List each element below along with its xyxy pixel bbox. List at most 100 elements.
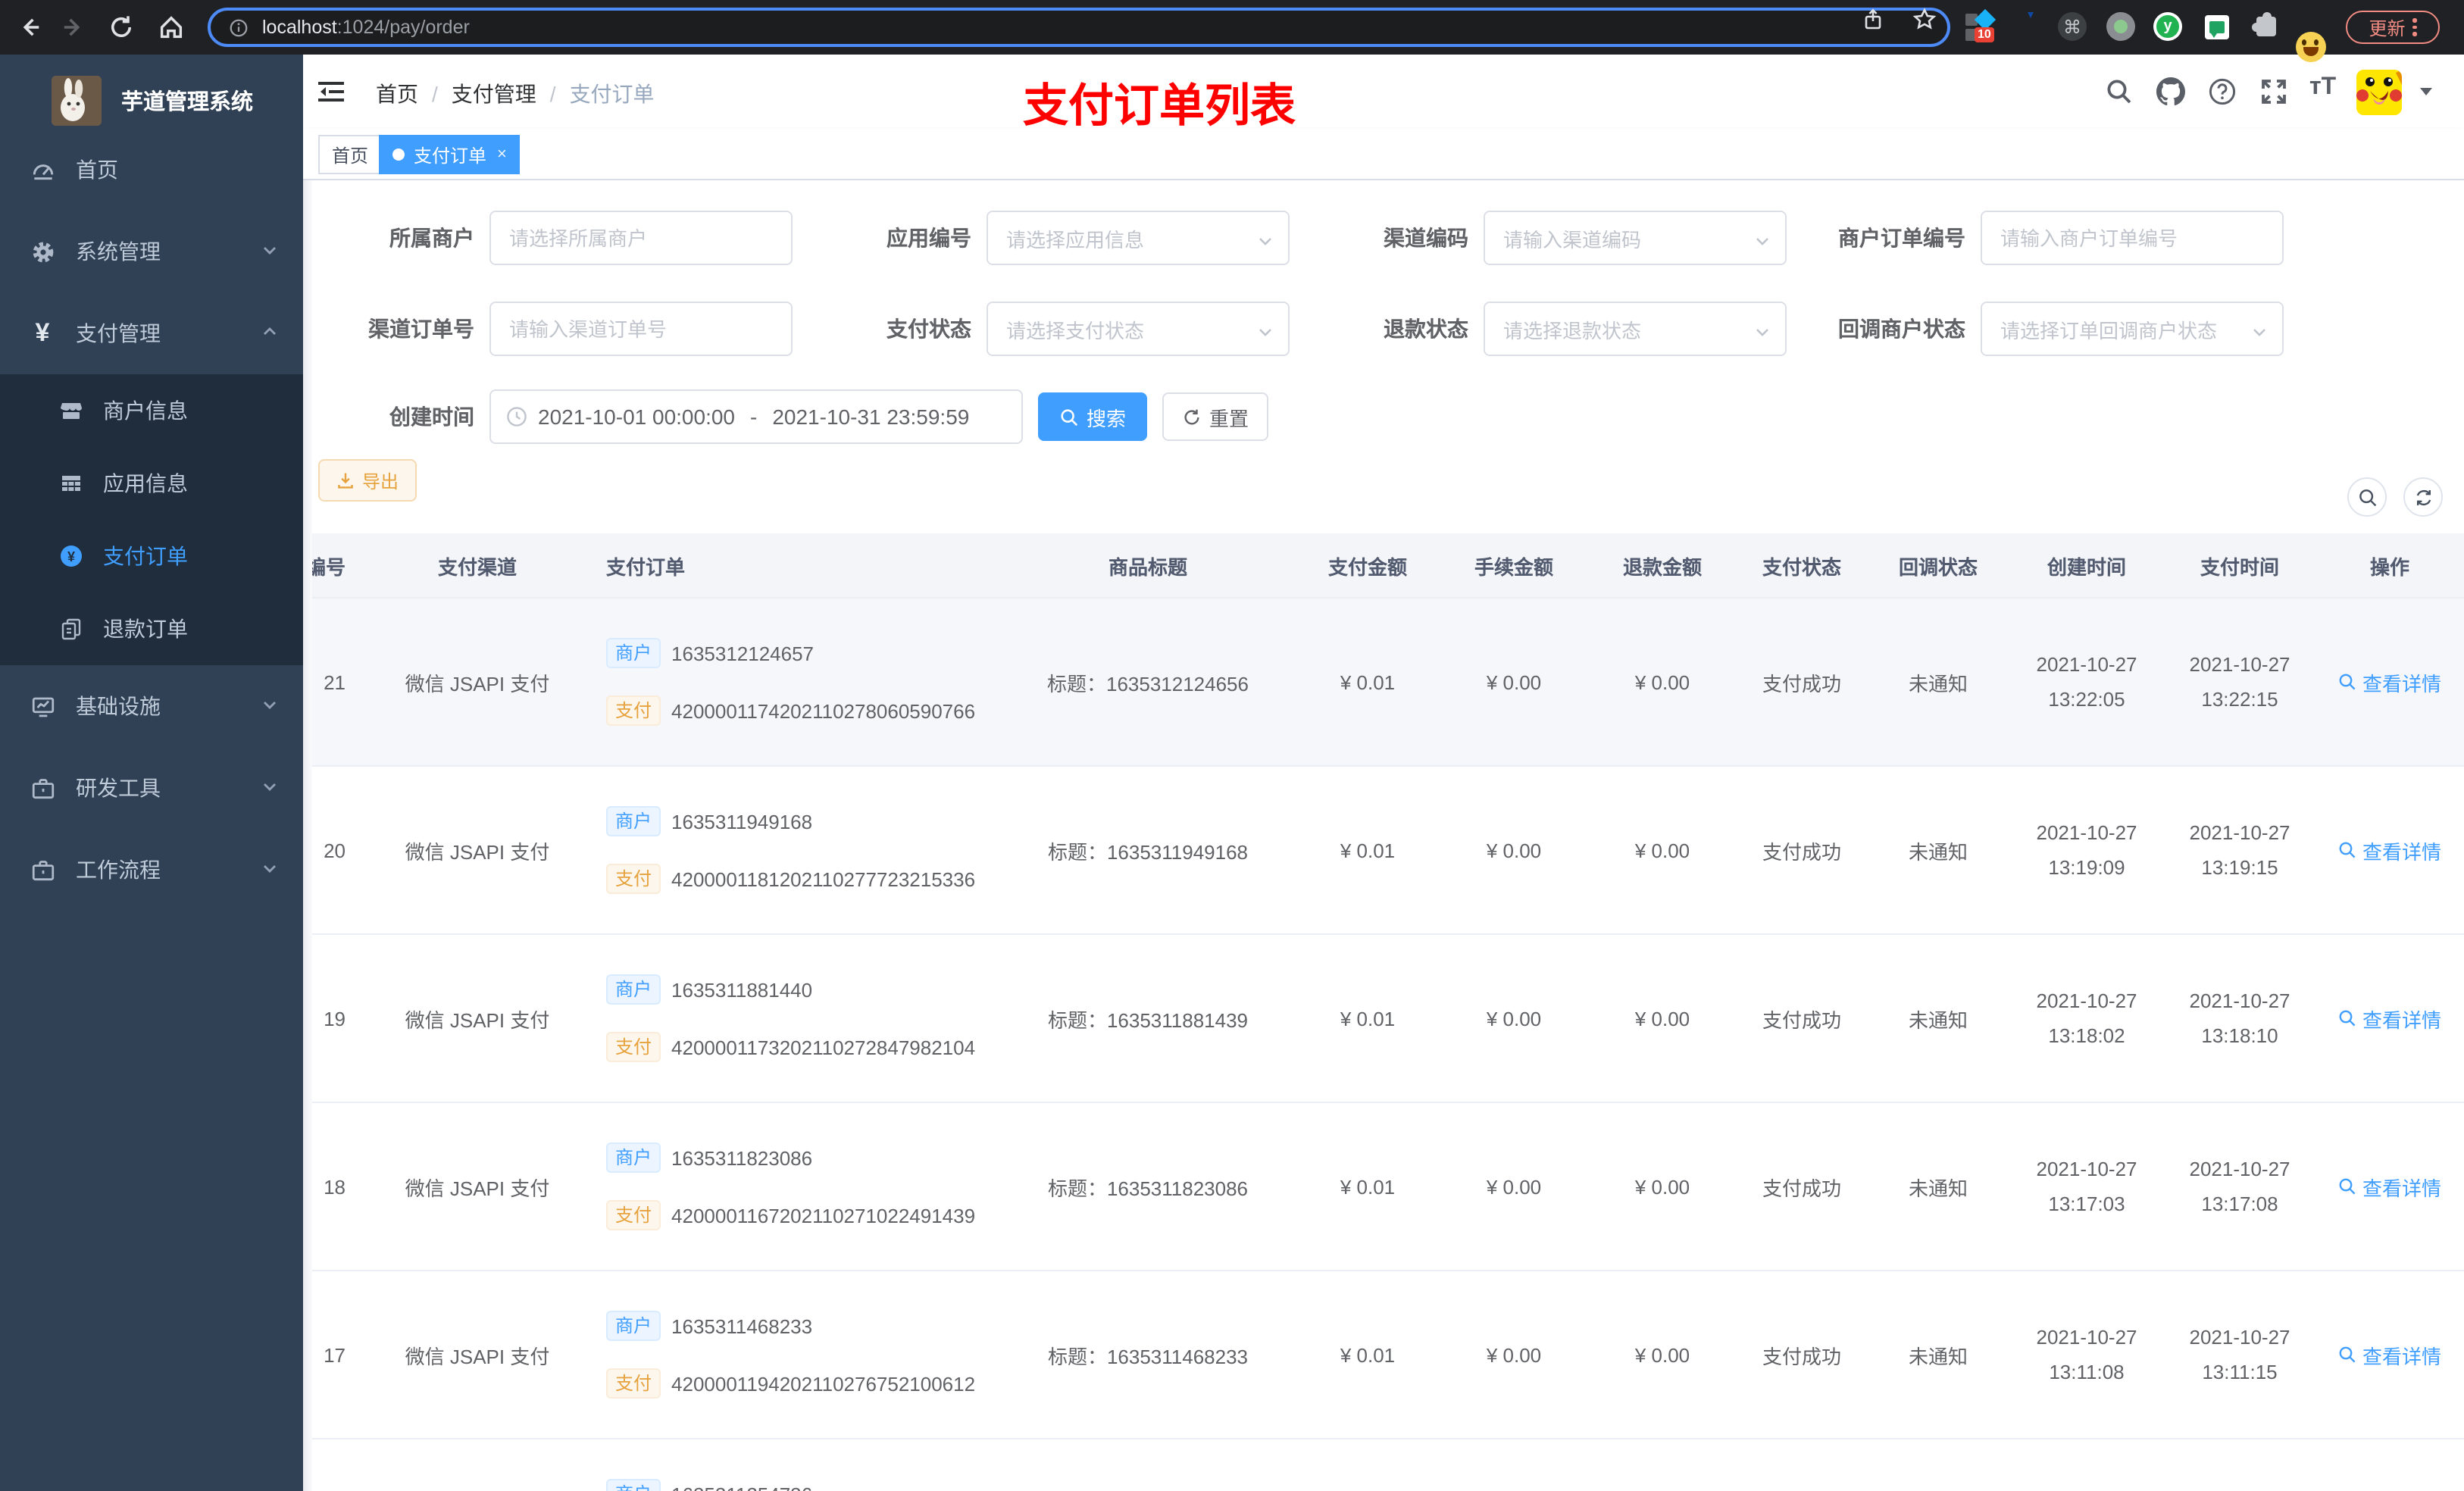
sidebar-logo[interactable]: 芋道管理系统 [0,64,303,138]
merchant-tag: 商户 [606,1479,661,1491]
table-row[interactable]: 21 微信 JSAPI 支付 商户 1635312124657 支付 4200001… [303,599,2464,767]
sidebar-item-payment[interactable]: ¥ 支付管理 [0,292,303,374]
help-icon[interactable] [2208,77,2237,106]
extensions-puzzle-icon[interactable] [2252,12,2276,36]
notify-status-select[interactable]: 请选择订单回调商户状态 [1981,302,2284,356]
sidebar-item-system[interactable]: 系统管理 [0,211,303,292]
logo-rabbit-image [52,76,102,126]
chevron-down-icon [261,776,279,800]
merchant-tag: 商户 [606,1142,661,1173]
font-size-icon[interactable]: тT [2309,74,2338,103]
active-tab-dot [392,148,405,161]
merchant-order-no-input[interactable] [1981,211,2284,265]
app-window: localhost:1024/pay/order 10 ⌘ y 更新 芋道管理系… [0,0,2464,1491]
date-range-start[interactable]: 2021-10-01 00:00:00 [538,405,735,429]
profile-avatar-icon[interactable] [2296,32,2326,62]
breadcrumb-payment[interactable]: 支付管理 [452,79,536,109]
filter-merchant: 所属商户 [311,211,808,265]
channel-code-select[interactable]: 请输入渠道编码 [1484,211,1787,265]
sidebar-item-home[interactable]: 首页 [0,129,303,211]
site-info-icon[interactable] [229,17,249,37]
search-icon[interactable] [2105,77,2134,106]
grid-icon [56,471,86,495]
channel-order-no-input[interactable] [489,302,793,356]
sidebar-item-app-info[interactable]: 应用信息 [0,447,303,520]
table-row[interactable]: 20 微信 JSAPI 支付 商户 1635311949168 支付 4200001… [303,767,2464,935]
sidebar-item-workflow[interactable]: 工作流程 [0,829,303,911]
select-arrow-icon [1256,321,1274,349]
toggle-search-button[interactable] [2347,477,2387,517]
browser-back-icon[interactable] [17,14,44,41]
browser-update-button[interactable]: 更新 [2346,11,2440,44]
refund-status-select[interactable]: 请选择退款状态 [1484,302,1787,356]
app-title: 芋道管理系统 [121,91,253,115]
table-row[interactable]: 19 微信 JSAPI 支付 商户 1635311881440 支付 4200001… [303,935,2464,1103]
view-detail-link[interactable]: 查看详情 [2338,836,2441,864]
yen-icon: ¥ [35,318,50,347]
filter-create-time: 创建时间 2021-10-01 00:00:00 - 2021-10-31 23… [311,389,1023,444]
tags-view-bar: 首页 支付订单 × [303,129,2464,180]
refresh-button[interactable] [2403,477,2443,517]
sidebar-item-pay-order[interactable]: ¥ 支付订单 [0,520,303,592]
reset-button[interactable]: 重置 [1162,392,1268,441]
view-detail-link[interactable]: 查看详情 [2338,1004,2441,1033]
browser-reload-icon[interactable] [108,14,135,41]
bookmark-star-icon[interactable] [1912,8,1937,32]
orders-table: 编号 支付渠道 支付订单 商品标题 支付金额 手续金额 退款金额 支付状态 回调… [303,533,2464,1491]
filter-row-3: 创建时间 2021-10-01 00:00:00 - 2021-10-31 23… [311,389,1268,444]
extension-chat-icon[interactable] [2205,15,2229,39]
col-title: 商品标题 [1108,555,1187,578]
status-text: 支付成功 [1762,672,1841,695]
export-button[interactable]: 导出 [318,459,417,502]
filter-channel-order-no: 渠道订单号 [311,302,808,356]
select-arrow-icon [1753,230,1771,258]
col-id: 编号 [305,555,346,578]
browser-toolbar: localhost:1024/pay/order 10 ⌘ y 更新 [0,0,2464,62]
filter-merchant-order-no: 商户订单编号 [1802,211,2299,265]
view-detail-link[interactable]: 查看详情 [2338,667,2441,696]
sidebar-item-dev-tools[interactable]: 研发工具 [0,747,303,829]
date-range-picker[interactable]: 2021-10-01 00:00:00 - 2021-10-31 23:59:5… [489,389,1023,444]
svg-text:¥: ¥ [67,549,75,564]
pay-status-select[interactable]: 请选择支付状态 [987,302,1290,356]
browser-forward-icon[interactable] [59,14,86,41]
filter-pay-status: 支付状态 请选择支付状态 [808,302,1305,356]
view-detail-link[interactable]: 查看详情 [2338,1340,2441,1369]
extension-record-icon[interactable] [2106,12,2135,41]
merchant-input[interactable] [489,211,793,265]
browser-home-icon[interactable] [158,14,185,41]
address-bar[interactable]: localhost:1024/pay/order [208,8,1950,47]
pay-tag: 支付 [606,1032,661,1062]
table-row[interactable]: 17 微信 JSAPI 支付 商户 1635311468233 支付 4200001… [303,1271,2464,1439]
close-icon[interactable]: × [497,145,507,164]
status-text: 支付成功 [1762,1177,1841,1199]
sidebar-fold-icon[interactable] [317,77,346,106]
extension-y-icon[interactable]: y [2153,12,2182,41]
sidebar-item-refund-order[interactable]: 退款订单 [0,592,303,665]
extension-collection-icon[interactable]: 10 [1965,8,1997,42]
table-row[interactable]: 18 微信 JSAPI 支付 商户 1635311823086 支付 4200001… [303,1103,2464,1271]
sidebar-item-infrastructure[interactable]: 基础设施 [0,665,303,747]
avatar-dropdown-icon[interactable] [2420,88,2432,95]
sidebar-item-merchant-info[interactable]: 商户信息 [0,374,303,447]
user-avatar[interactable] [2356,70,2402,115]
merchant-tag: 商户 [606,974,661,1005]
col-fee: 手续金额 [1474,555,1553,578]
share-icon[interactable] [1861,8,1885,32]
url-text: localhost:1024/pay/order [262,17,470,38]
view-detail-link[interactable]: 查看详情 [2338,1172,2441,1201]
search-button[interactable]: 搜索 [1038,392,1147,441]
fullscreen-icon[interactable] [2259,77,2288,106]
pay-tag: 支付 [606,864,661,894]
tab-home[interactable]: 首页 [318,135,383,174]
breadcrumb-home[interactable]: 首页 [376,79,418,109]
app-id-select[interactable]: 请选择应用信息 [987,211,1290,265]
tab-pay-order[interactable]: 支付订单 × [379,135,521,174]
table-row-partial[interactable]: 商户1635311254736 [303,1439,2464,1491]
github-icon[interactable] [2156,77,2185,106]
clock-icon [506,406,527,427]
briefcase-icon [26,775,59,801]
extension-command-icon[interactable]: ⌘ [2058,12,2087,41]
browser-menu-icon[interactable] [2412,18,2417,36]
date-range-end[interactable]: 2021-10-31 23:59:59 [772,405,969,429]
